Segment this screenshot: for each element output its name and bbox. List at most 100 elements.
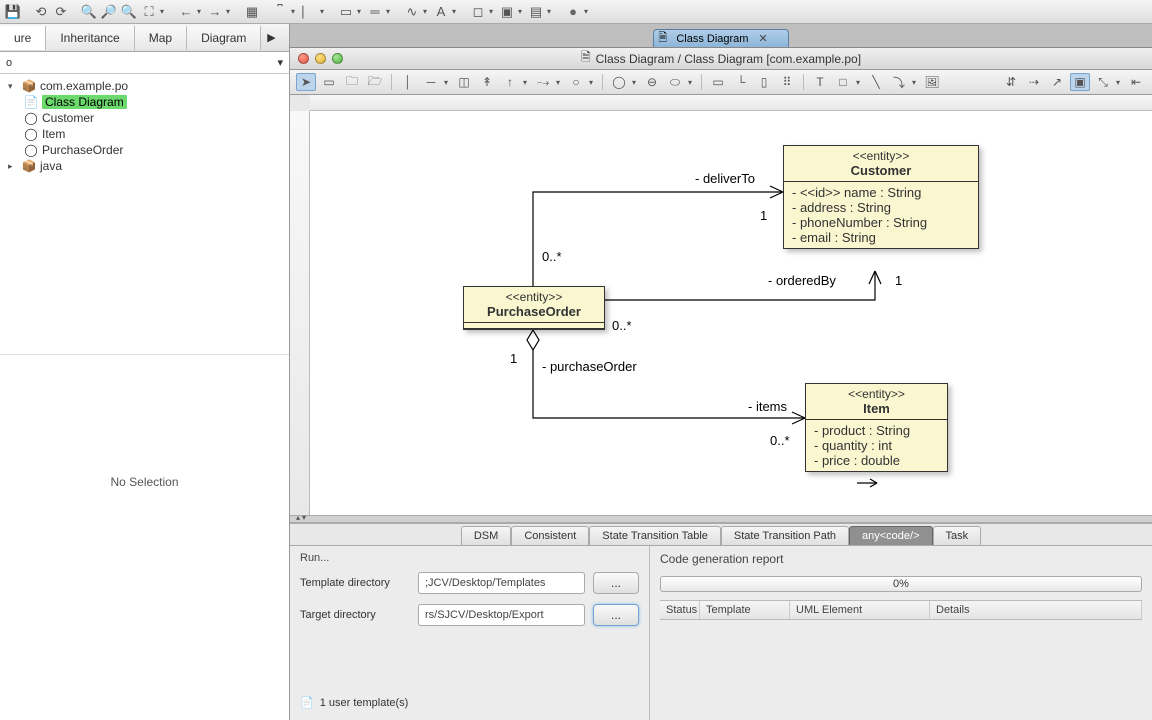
assoc-items-label: - items — [748, 399, 787, 414]
fill-icon[interactable]: ● — [564, 3, 582, 21]
tree-java[interactable]: ▸ 📦 java — [0, 158, 289, 174]
diagram-toolbar: ➤ ▭ 🗀 🗁 │ ─▾ ◫ ↟ ↑▾ ⤍▾ ○▾ ◯▾ ⊖ ⬭▾ ▭ └ ▯ … — [290, 70, 1152, 95]
dependency-tool-icon[interactable]: │ — [398, 73, 418, 91]
depend-tool-icon[interactable]: ⤍ — [533, 73, 553, 91]
tree-package[interactable]: ▾ 📦 com.example.po — [0, 78, 289, 94]
style2-icon[interactable]: ▣ — [498, 3, 516, 21]
zoom-window-icon[interactable] — [332, 53, 343, 64]
state-tool-icon[interactable]: ◯ — [609, 73, 629, 91]
expand-icon[interactable]: ▸ — [8, 161, 18, 172]
tab-state-path[interactable]: State Transition Path — [721, 526, 849, 545]
tree-class-item[interactable]: ◯ Item — [0, 126, 289, 142]
view3-icon[interactable]: ↗ — [1047, 73, 1067, 91]
view2-icon[interactable]: ⇢ — [1024, 73, 1044, 91]
class-icon: ◯ — [24, 111, 38, 125]
collapse-icon[interactable]: ▾ — [8, 81, 18, 92]
breadcrumb-drop-icon[interactable]: ▾ — [277, 56, 283, 69]
tree-class-customer[interactable]: ◯ Customer — [0, 110, 289, 126]
fit-drop-icon[interactable]: ▾ — [160, 7, 167, 16]
class-icon: ◯ — [24, 143, 38, 157]
col-status: Status — [660, 601, 700, 619]
text-tool-icon[interactable]: T — [810, 73, 830, 91]
tab-structure[interactable]: ure — [0, 26, 46, 50]
tab-dsm[interactable]: DSM — [461, 526, 511, 545]
close-tab-icon[interactable]: ✕ — [758, 32, 767, 45]
template-dir-input[interactable] — [418, 572, 585, 594]
view6-icon[interactable]: ⇤ — [1126, 73, 1146, 91]
note-tool-icon[interactable]: ▭ — [708, 73, 728, 91]
entity-purchaseorder[interactable]: <<entity>> PurchaseOrder — [463, 286, 605, 330]
tab-map[interactable]: Map — [135, 26, 187, 50]
browse-template-button[interactable]: ... — [593, 572, 639, 594]
tab-inheritance[interactable]: Inheritance — [46, 26, 134, 50]
package2-tool-icon[interactable]: 🗁 — [365, 73, 385, 91]
forward-icon[interactable]: → — [206, 3, 224, 21]
tabs-more-icon[interactable]: ▶ — [261, 31, 281, 44]
align-top-icon[interactable]: ⎴ — [271, 3, 289, 21]
realize-tool-icon[interactable]: ↟ — [477, 73, 497, 91]
line-tool-icon[interactable]: ╲ — [866, 73, 886, 91]
target-dir-input[interactable] — [418, 604, 585, 626]
port-tool-icon[interactable]: ○ — [566, 73, 586, 91]
canvas-area: <<entity>> Customer - <<id>> name : Stri… — [290, 95, 1152, 515]
zoom-reset-icon[interactable]: 🔎 — [100, 3, 118, 21]
shape-tool-icon[interactable]: ⬭ — [665, 73, 685, 91]
col-details: Details — [930, 601, 1142, 619]
back-icon[interactable]: ← — [177, 3, 195, 21]
anchor-tool-icon[interactable]: └ — [731, 73, 751, 91]
minimize-window-icon[interactable] — [315, 53, 326, 64]
col-uml-element: UML Element — [790, 601, 930, 619]
tree-diagram[interactable]: 📄 Class Diagram — [0, 94, 289, 110]
navigator-tabs: ure Inheritance Map Diagram ▶ — [0, 24, 289, 52]
zoom-in-icon[interactable]: 🔍 — [80, 3, 98, 21]
view1-icon[interactable]: ⇵ — [1001, 73, 1021, 91]
view5-icon[interactable]: ⤡ — [1093, 73, 1113, 91]
window-controls — [290, 53, 343, 64]
image-tool-icon[interactable]: 🖼 — [922, 73, 942, 91]
layout-icon[interactable]: ▭ — [337, 3, 355, 21]
package-tool-icon[interactable]: 🗀 — [342, 73, 362, 91]
tree-class-purchaseorder[interactable]: ◯ PurchaseOrder — [0, 142, 289, 158]
distribute-icon[interactable]: ═ — [366, 3, 384, 21]
align-left-icon[interactable]: ⎸ — [300, 3, 318, 21]
class-tool-icon[interactable]: ▭ — [319, 73, 339, 91]
undo-icon[interactable]: ⟲ — [32, 3, 50, 21]
tab-state-table[interactable]: State Transition Table — [589, 526, 721, 545]
rect-tool-icon[interactable]: □ — [833, 73, 853, 91]
redo-icon[interactable]: ⟳ — [52, 3, 70, 21]
interface-tool-icon[interactable]: ◫ — [454, 73, 474, 91]
run-title: Run... — [300, 552, 639, 564]
frame-tool-icon[interactable]: ▯ — [754, 73, 774, 91]
save-icon[interactable]: 💾 — [4, 3, 22, 21]
style3-icon[interactable]: ▤ — [527, 3, 545, 21]
close-window-icon[interactable] — [298, 53, 309, 64]
style1-icon[interactable]: ◻ — [469, 3, 487, 21]
editor-area: 🗎 Class Diagram ✕ 🗎 Class Diagram / Clas… — [290, 24, 1152, 720]
entity-item[interactable]: <<entity>> Item - product : String - qua… — [805, 383, 948, 472]
browse-target-button[interactable]: ... — [593, 604, 639, 626]
tab-diagram[interactable]: Diagram — [187, 26, 261, 50]
package-icon: 📦 — [22, 79, 36, 93]
arc-tool-icon[interactable]: ⤵ — [889, 73, 909, 91]
diagram-canvas[interactable]: <<entity>> Customer - <<id>> name : Stri… — [310, 111, 1152, 515]
view4-icon[interactable]: ▣ — [1070, 73, 1090, 91]
diagram-file-icon: 🗎 — [581, 48, 591, 69]
generalize-tool-icon[interactable]: ↑ — [500, 73, 520, 91]
editor-titlebar: 🗎 Class Diagram / Class Diagram [com.exa… — [290, 48, 1152, 70]
line-style-icon[interactable]: ∿ — [403, 3, 421, 21]
grid-icon[interactable]: ▦ — [243, 3, 261, 21]
pointer-tool-icon[interactable]: ➤ — [296, 73, 316, 91]
diagram-icon: 🗎 — [658, 29, 667, 48]
entity-customer[interactable]: <<entity>> Customer - <<id>> name : Stri… — [783, 145, 979, 249]
tab-task[interactable]: Task — [933, 526, 982, 545]
connector-tool-icon[interactable]: ⊖ — [642, 73, 662, 91]
fit-icon[interactable]: ⛶ — [140, 3, 158, 21]
editor-tab-class-diagram[interactable]: 🗎 Class Diagram ✕ — [653, 29, 788, 47]
tab-consistent[interactable]: Consistent — [511, 526, 589, 545]
tab-anycode[interactable]: any<code/> — [849, 526, 933, 545]
assoc-tool-icon[interactable]: ─ — [421, 73, 441, 91]
zoom-out-icon[interactable]: 🔍 — [120, 3, 138, 21]
constraint-tool-icon[interactable]: ⠿ — [777, 73, 797, 91]
panel-splitter[interactable] — [290, 515, 1152, 523]
font-color-icon[interactable]: A — [432, 3, 450, 21]
